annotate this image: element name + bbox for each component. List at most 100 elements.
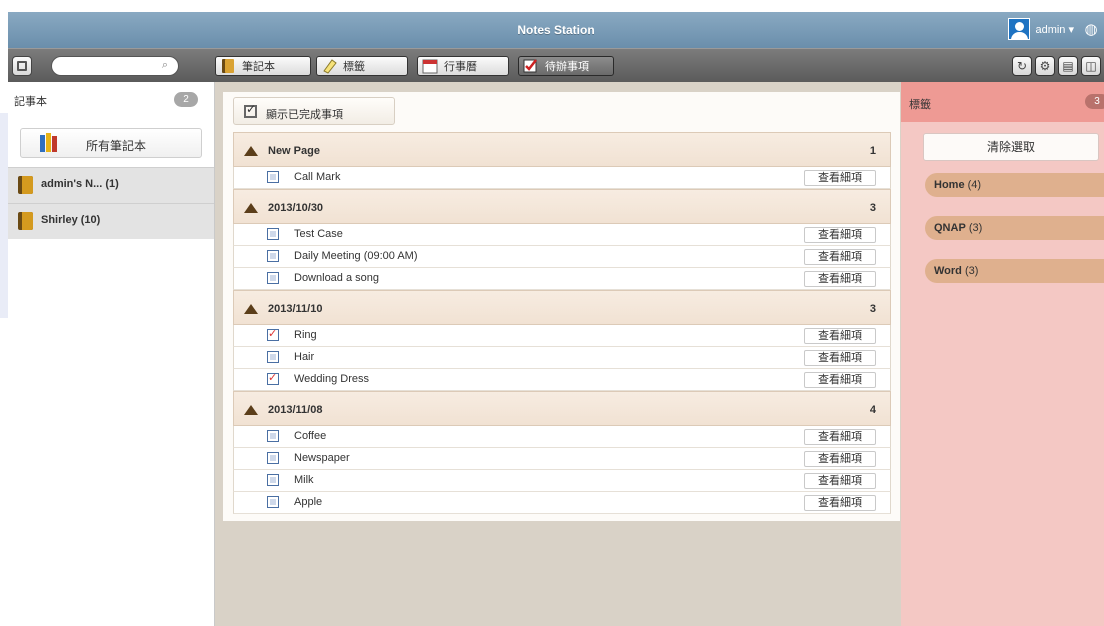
- todo-checkbox[interactable]: [267, 452, 279, 464]
- view-details-button[interactable]: 查看細項: [804, 429, 876, 445]
- view-button[interactable]: ▤: [1058, 56, 1078, 76]
- todo-checkbox[interactable]: [267, 371, 279, 385]
- todo-item: Milk 查看細項: [233, 470, 891, 492]
- tag-panel: 標籤 3 清除選取 Home (4) QNAP (3) Word (3): [901, 82, 1104, 626]
- group-header[interactable]: 2013/11/10 3: [233, 290, 891, 325]
- group-header[interactable]: 2013/11/08 4: [233, 391, 891, 426]
- todo-item: Ring 查看細項: [233, 325, 891, 347]
- todo-checkbox[interactable]: [267, 171, 279, 183]
- search-icon[interactable]: ⌕: [162, 59, 168, 72]
- calendar-icon: [422, 59, 438, 74]
- todo-checkbox[interactable]: [267, 327, 279, 341]
- all-notebooks-button[interactable]: 所有筆記本: [20, 128, 202, 158]
- all-notebooks-label: 所有筆記本: [85, 139, 146, 153]
- todo-checkbox[interactable]: [267, 430, 279, 442]
- group-title: 2013/11/10: [268, 303, 323, 315]
- sidebar-item-notebook[interactable]: admin's N... (1): [8, 167, 214, 203]
- view-details-button[interactable]: 查看細項: [804, 451, 876, 467]
- search-input[interactable]: [62, 58, 162, 74]
- todo-text: Daily Meeting (09:00 AM): [294, 250, 418, 262]
- tag-count: (3): [964, 265, 979, 277]
- todo-checkbox[interactable]: [267, 272, 279, 284]
- todo-item: Daily Meeting (09:00 AM) 查看細項: [233, 246, 891, 268]
- sidebar-item-notebook[interactable]: Shirley (10): [8, 203, 214, 239]
- todo-item: Hair 查看細項: [233, 347, 891, 369]
- show-completed-toggle[interactable]: 顯示已完成事項: [233, 97, 395, 125]
- tag-icon: [323, 59, 337, 74]
- tab-calendar-label: 行事曆: [444, 61, 477, 73]
- sidebar-header: 記事本 2: [8, 82, 214, 118]
- todo-checkbox[interactable]: [267, 496, 279, 508]
- toggle-tag-panel-button[interactable]: ◫: [1081, 56, 1101, 76]
- notebook-count-badge: 2: [174, 92, 198, 107]
- tab-notebooks[interactable]: 筆記本: [215, 56, 311, 76]
- group-count: 3: [869, 202, 876, 214]
- collapse-triangle-icon[interactable]: [244, 405, 258, 415]
- group-header[interactable]: 2013/10/30 3: [233, 189, 891, 224]
- clear-selection-button[interactable]: 清除選取: [923, 133, 1099, 161]
- view-details-button[interactable]: 查看細項: [804, 350, 876, 366]
- view-details-button[interactable]: 查看細項: [804, 328, 876, 344]
- view-details-button[interactable]: 查看細項: [804, 170, 876, 186]
- tab-calendar[interactable]: 行事曆: [417, 56, 509, 76]
- avatar-icon: [1008, 18, 1031, 40]
- todo-checkbox[interactable]: [267, 351, 279, 363]
- tag-item-qnap[interactable]: QNAP (3): [925, 216, 1104, 240]
- group-title: New Page: [268, 145, 320, 157]
- collapse-triangle-icon[interactable]: [244, 146, 258, 156]
- view-details-button[interactable]: 查看細項: [804, 271, 876, 287]
- sidebar-icon: [17, 61, 27, 71]
- group-title: 2013/10/30: [268, 202, 324, 214]
- sidebar-title: 記事本: [14, 96, 47, 108]
- list-view-icon: ▤: [1062, 59, 1074, 73]
- globe-icon[interactable]: ◍: [1082, 21, 1100, 39]
- tag-count: (3): [968, 222, 983, 234]
- todo-text: Milk: [294, 474, 314, 486]
- todo-text: Wedding Dress: [294, 373, 369, 385]
- group-header[interactable]: New Page 1: [233, 132, 891, 167]
- todo-text: Newspaper: [294, 452, 350, 464]
- todo-item: Wedding Dress 查看細項: [233, 369, 891, 391]
- tag-count-badge: 3: [1085, 94, 1104, 109]
- todo-text: Test Case: [294, 228, 343, 240]
- tag-name: Word: [934, 265, 962, 277]
- refresh-button[interactable]: ↻: [1012, 56, 1032, 76]
- group-title: 2013/11/08: [268, 404, 323, 416]
- sidebar-item-label: admin's N... (1): [41, 178, 119, 190]
- view-details-button[interactable]: 查看細項: [804, 495, 876, 511]
- tab-todo-label: 待辦事項: [545, 61, 589, 73]
- user-menu[interactable]: admin ▾: [1008, 18, 1074, 40]
- notebook-icon: [18, 176, 33, 194]
- collapse-triangle-icon[interactable]: [244, 203, 258, 213]
- todo-checkbox[interactable]: [267, 250, 279, 262]
- search-box: ⌕: [51, 56, 179, 76]
- tag-item-home[interactable]: Home (4): [925, 173, 1104, 197]
- view-details-button[interactable]: 查看細項: [804, 227, 876, 243]
- user-name: admin ▾: [1035, 23, 1074, 36]
- tag-name: Home: [934, 179, 965, 191]
- tag-panel-header: 標籤 3: [901, 82, 1104, 122]
- view-details-button[interactable]: 查看細項: [804, 372, 876, 388]
- toggle-sidebar-button[interactable]: [12, 56, 32, 76]
- todo-item: Test Case 查看細項: [233, 224, 891, 246]
- settings-button[interactable]: ⚙: [1035, 56, 1055, 76]
- todo-checkbox[interactable]: [267, 228, 279, 240]
- todo-item: Call Mark 查看細項: [233, 167, 891, 189]
- todo-checkbox[interactable]: [267, 474, 279, 486]
- group-count: 3: [869, 303, 876, 315]
- collapse-triangle-icon[interactable]: [244, 304, 258, 314]
- tag-count: (4): [967, 179, 982, 191]
- tab-tags[interactable]: 標籤: [316, 56, 408, 76]
- refresh-icon: ↻: [1016, 59, 1028, 73]
- todo-text: Ring: [294, 329, 317, 341]
- tag-panel-title: 標籤: [909, 99, 931, 111]
- view-details-button[interactable]: 查看細項: [804, 473, 876, 489]
- tag-item-word[interactable]: Word (3): [925, 259, 1104, 283]
- notebook-sidebar: 記事本 2 所有筆記本 admin's N... (1) Shirley (10…: [8, 82, 215, 626]
- group-count: 1: [869, 145, 876, 157]
- tab-todo[interactable]: 待辦事項: [518, 56, 614, 76]
- todo-text: Download a song: [294, 272, 380, 284]
- notebook-icon: [222, 59, 234, 73]
- show-completed-label: 顯示已完成事項: [266, 109, 343, 121]
- view-details-button[interactable]: 查看細項: [804, 249, 876, 265]
